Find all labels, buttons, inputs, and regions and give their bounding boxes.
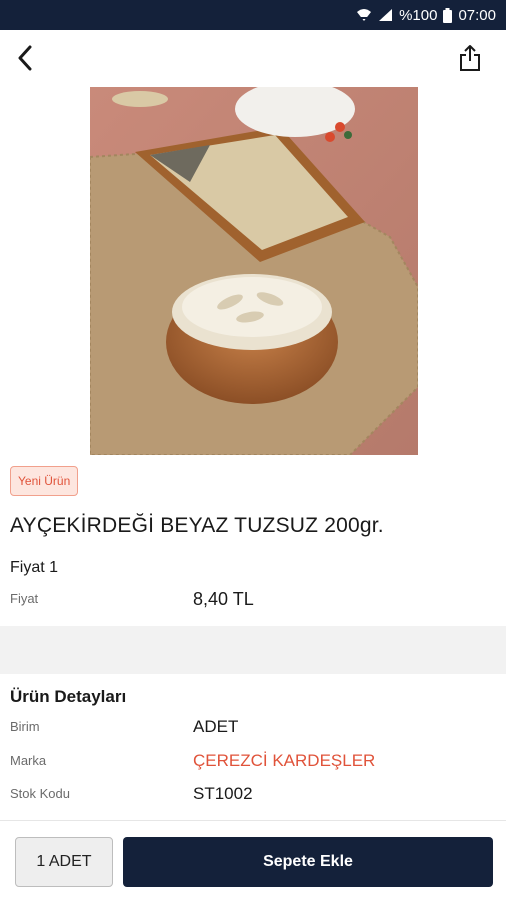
product-title: AYÇEKİRDEĞİ BEYAZ TUZSUZ 200gr.	[10, 514, 384, 537]
back-button[interactable]	[10, 42, 42, 74]
detail-label-brand: Marka	[10, 753, 47, 768]
detail-label-stock-code: Stok Kodu	[10, 786, 70, 801]
detail-label-unit: Birim	[10, 719, 40, 734]
chevron-left-icon	[18, 45, 32, 71]
detail-value-unit: ADET	[193, 717, 239, 736]
status-bar: %100 07:00	[0, 0, 506, 30]
bottom-action-bar: 1 ADET Sepete Ekle	[0, 820, 506, 900]
details-title: Ürün Detayları	[10, 687, 127, 706]
price-group-label: Fiyat 1	[10, 559, 59, 576]
app-bar	[0, 30, 506, 86]
share-icon	[460, 45, 480, 71]
detail-value-stock-code: ST1002	[193, 784, 253, 803]
battery-percent: %100	[399, 6, 438, 24]
share-button[interactable]	[454, 42, 486, 74]
wifi-icon	[356, 8, 372, 22]
price-value: 8,40 TL	[193, 589, 254, 609]
quantity-selector[interactable]: 1 ADET	[15, 837, 113, 887]
add-to-cart-button[interactable]: Sepete Ekle	[123, 837, 493, 887]
clock: 07:00	[458, 6, 496, 24]
section-divider	[0, 626, 506, 674]
new-product-badge: Yeni Ürün	[10, 466, 79, 496]
price-label: Fiyat	[10, 591, 39, 606]
signal-icon	[378, 8, 393, 22]
product-image[interactable]	[90, 87, 418, 455]
battery-icon	[443, 7, 453, 23]
detail-value-brand[interactable]: ÇEREZCİ KARDEŞLER	[193, 751, 375, 771]
